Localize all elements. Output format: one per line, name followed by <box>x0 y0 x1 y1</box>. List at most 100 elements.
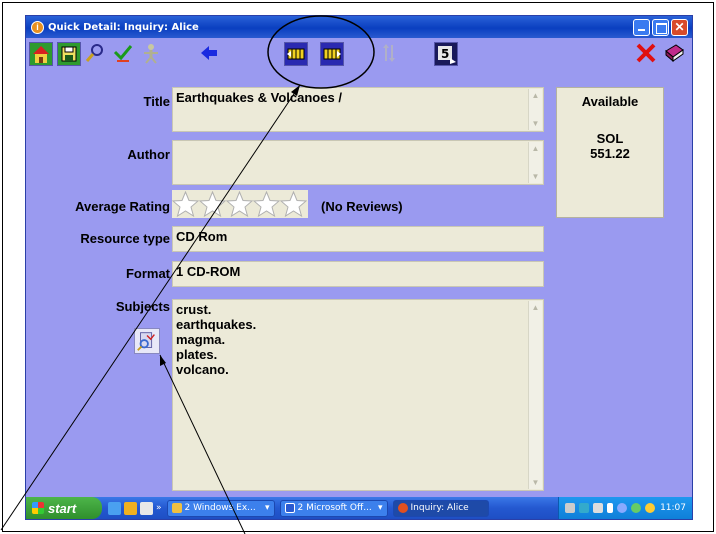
next-record-button[interactable] <box>320 42 344 66</box>
rating-stars[interactable] <box>172 190 308 218</box>
start-button[interactable]: start <box>26 497 102 519</box>
tray-alert-icon[interactable] <box>645 503 655 513</box>
call-number: 551.22 <box>590 146 630 161</box>
clock: 11:07 <box>660 503 686 513</box>
task-inquiry-alice[interactable]: Inquiry: Alice <box>392 499 489 517</box>
subjects-list[interactable]: crust. earthquakes. magma. plates. volca… <box>172 299 544 491</box>
delete-icon <box>636 43 656 63</box>
back-button[interactable] <box>198 42 222 66</box>
check-button[interactable] <box>112 42 136 66</box>
scroll-down-icon[interactable]: ▼ <box>531 119 540 128</box>
book-button[interactable] <box>663 42 687 66</box>
chevron-down-icon: ▾ <box>377 503 383 513</box>
subjects-scrollbar[interactable]: ▲ ▼ <box>528 301 542 489</box>
tray-network-icon[interactable] <box>579 503 589 513</box>
reviews-count: (No Reviews) <box>321 199 403 214</box>
task-windows-explorer[interactable]: 2 Windows Ex... ▾ <box>166 499 275 517</box>
ie-icon[interactable] <box>108 501 121 515</box>
person-icon <box>144 44 158 64</box>
availability-status: Available <box>581 94 639 109</box>
scroll-up-icon[interactable]: ▲ <box>531 303 540 312</box>
list-item: plates. <box>176 347 218 362</box>
tray-help-icon[interactable] <box>593 503 603 513</box>
start-label: start <box>48 500 77 516</box>
system-tray: 11:07 <box>558 497 692 519</box>
tray-sync-icon[interactable] <box>617 503 627 513</box>
tray-shield-icon[interactable] <box>631 503 641 513</box>
rating-label: Average Rating <box>75 199 170 214</box>
resource-type-label: Resource type <box>80 231 170 246</box>
title-label: Title <box>143 94 171 109</box>
media-icon[interactable] <box>124 501 137 515</box>
app-info-icon <box>397 503 408 513</box>
sort-button[interactable] <box>378 42 402 66</box>
rating-star-icon[interactable] <box>253 191 280 217</box>
check-icon <box>113 45 133 62</box>
format-field[interactable]: 1 CD-ROM <box>172 261 544 287</box>
next-record-icon <box>321 43 343 65</box>
home-icon <box>30 43 52 65</box>
scroll-down-icon[interactable]: ▼ <box>531 478 540 487</box>
save-button[interactable] <box>57 42 81 66</box>
task-label: 2 Windows Ex... <box>184 503 256 513</box>
rating-star-icon[interactable] <box>199 191 226 217</box>
windows-flag-icon <box>32 502 44 514</box>
previous-record-icon <box>285 43 307 65</box>
location-code: SOL <box>596 131 624 146</box>
author-label: Author <box>127 147 170 162</box>
tray-pen-icon[interactable] <box>565 503 575 513</box>
desktop-icon[interactable] <box>140 501 153 515</box>
task-label: 2 Microsoft Off... <box>297 503 372 513</box>
tray-plug-icon[interactable] <box>607 503 613 513</box>
list-item: magma. <box>176 332 226 347</box>
toolbar: 5 <box>26 40 692 70</box>
task-microsoft-office[interactable]: 2 Microsoft Off... ▾ <box>279 499 388 517</box>
window-titlebar[interactable]: i Quick Detail: Inquiry: Alice ✕ <box>26 16 692 38</box>
home-button[interactable] <box>29 42 53 66</box>
author-field[interactable]: ▲ ▼ <box>172 140 544 185</box>
quick-launch-more[interactable]: » <box>156 503 162 513</box>
chevron-down-icon: ▾ <box>264 503 270 513</box>
availability-panel: Available SOL 551.22 <box>556 87 664 218</box>
title-scrollbar[interactable]: ▲ ▼ <box>528 89 542 130</box>
quick-detail-window: i Quick Detail: Inquiry: Alice ✕ 5 Title… <box>25 15 693 520</box>
person-button[interactable] <box>140 42 164 66</box>
resource-type-field[interactable]: CD Rom <box>172 226 544 252</box>
minimize-button[interactable] <box>633 18 650 36</box>
taskbar: start » 2 Windows Ex... ▾ 2 Microsoft Of… <box>26 497 692 519</box>
delete-button[interactable] <box>635 42 659 66</box>
rating-star-icon[interactable] <box>226 191 253 217</box>
quick-launch: » <box>108 501 162 515</box>
subject-search-icon <box>137 332 155 351</box>
subject-browse-button[interactable] <box>134 328 160 354</box>
title-field[interactable]: Earthquakes & Volcanoes / ▲ ▼ <box>172 87 544 132</box>
rating-star-icon[interactable] <box>280 191 307 217</box>
subjects-label: Subjects <box>115 299 170 314</box>
search-button[interactable] <box>84 42 108 66</box>
scroll-up-icon[interactable]: ▲ <box>531 91 540 100</box>
search-icon <box>85 44 103 62</box>
folder-icon <box>171 503 182 513</box>
rating-star-icon[interactable] <box>172 191 199 217</box>
close-window-button[interactable]: ✕ <box>671 18 688 36</box>
list-item: crust. <box>176 302 212 317</box>
scroll-down-icon[interactable]: ▼ <box>531 172 540 181</box>
title-value: Earthquakes & Volcanoes / <box>176 90 342 105</box>
app-info-icon: i <box>31 20 44 34</box>
save-icon <box>58 43 80 65</box>
window-title: Quick Detail: Inquiry: Alice <box>48 21 199 33</box>
scroll-up-icon[interactable]: ▲ <box>531 144 540 153</box>
svg-text:5: 5 <box>441 47 449 61</box>
export-icon: 5 <box>435 43 457 65</box>
export-button[interactable]: 5 <box>434 42 458 66</box>
task-label: Inquiry: Alice <box>410 503 469 513</box>
back-arrow-icon <box>201 46 217 60</box>
format-label: Format <box>125 266 170 281</box>
sort-icon <box>383 44 395 62</box>
maximize-button[interactable] <box>652 18 669 36</box>
previous-record-button[interactable] <box>284 42 308 66</box>
list-item: earthquakes. <box>176 317 257 332</box>
list-item: volcano. <box>176 362 229 377</box>
word-icon <box>284 503 295 513</box>
author-scrollbar[interactable]: ▲ ▼ <box>528 142 542 183</box>
